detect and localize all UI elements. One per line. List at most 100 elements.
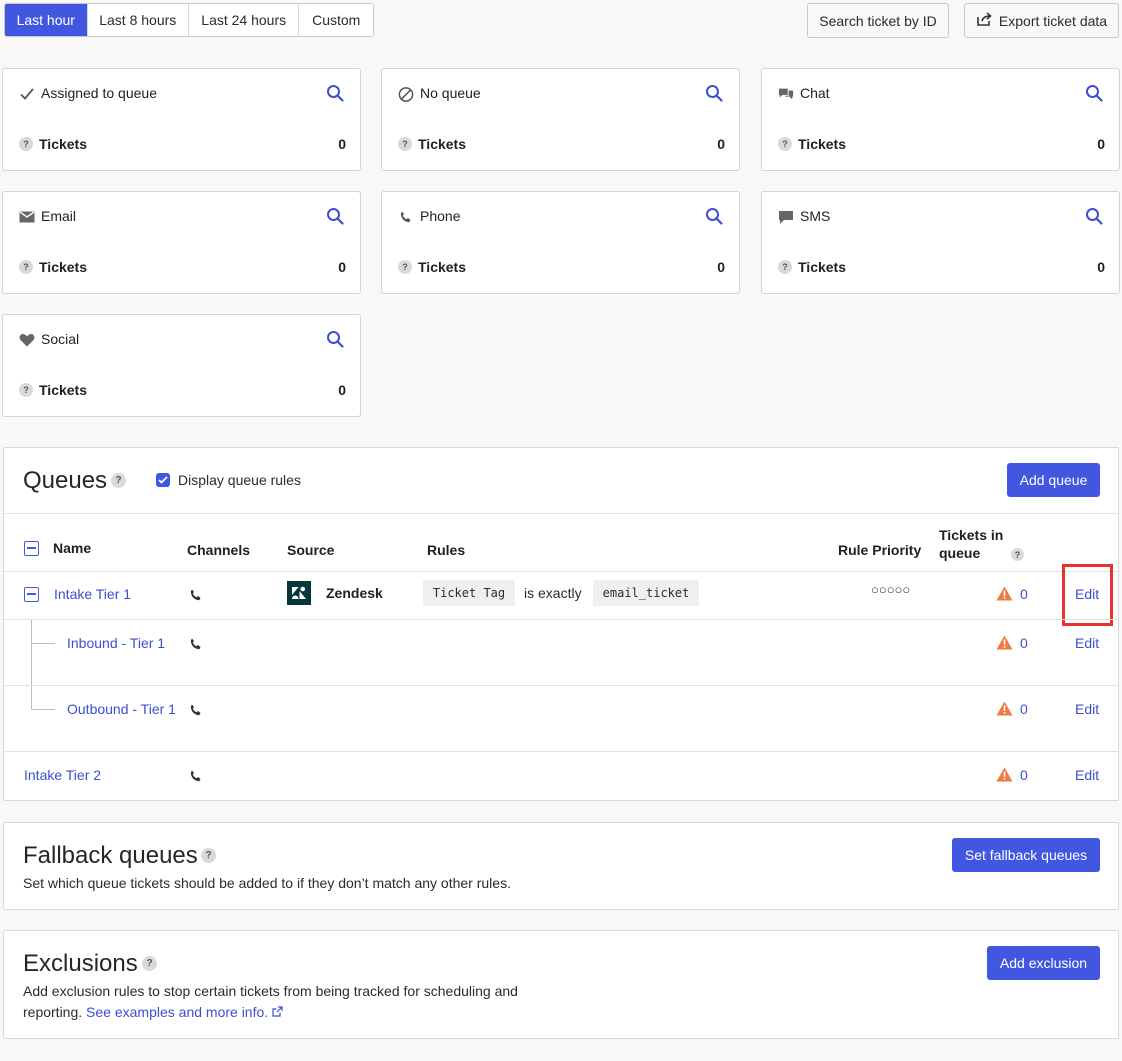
card-label: Tickets [798,136,846,152]
search-ticket-button[interactable]: Search ticket by ID [807,3,949,38]
external-link-icon[interactable] [272,1004,283,1020]
help-icon[interactable]: ? [142,956,157,971]
card-value: 0 [338,259,346,275]
warning-icon [996,767,1013,782]
add-queue-button[interactable]: Add queue [1007,463,1100,497]
card-title: No queue [420,85,481,101]
help-icon[interactable]: ? [111,473,126,488]
card-label: Tickets [39,136,87,152]
add-exclusion-button[interactable]: Add exclusion [987,946,1100,980]
phone-icon [398,208,414,226]
tab-last-hour[interactable]: Last hour [5,4,88,36]
ticket-count[interactable]: 0 [1020,701,1028,717]
queue-name-link[interactable]: Intake Tier 2 [24,765,101,786]
warning-icon [996,701,1013,716]
edit-queue-link[interactable]: Edit [1075,767,1099,783]
card-title: Social [41,331,80,347]
rule-operator: is exactly [524,585,582,601]
search-ticket-label: Search ticket by ID [819,12,937,29]
card-title: Assigned to queue [41,85,157,101]
help-icon[interactable]: ? [201,848,216,863]
search-icon[interactable] [705,84,723,102]
exclusions-panel: Exclusions ? Add exclusion rules to stop… [3,930,1119,1039]
search-icon[interactable] [1085,84,1103,102]
divider [4,513,1118,514]
search-icon[interactable] [705,207,723,225]
fallback-description: Set which queue tickets should be added … [23,875,511,891]
rule-field-tag: Ticket Tag [423,580,515,606]
rule-value-tag: email_ticket [593,580,699,606]
display-rules-label[interactable]: Display queue rules [178,472,301,488]
queue-name-link[interactable]: Intake Tier 1 [54,584,131,605]
card-label: Tickets [418,136,466,152]
queue-name-link[interactable]: Outbound - Tier 1 [67,699,177,720]
source-name: Zendesk [326,585,383,601]
tab-custom[interactable]: Custom [299,4,373,36]
card-title: Phone [420,208,461,224]
queues-title: Queues [23,467,108,494]
card-chat: Chat ? Tickets 0 [761,68,1120,171]
help-icon[interactable]: ? [1011,548,1024,561]
help-icon[interactable]: ? [19,137,33,151]
card-title: Chat [800,85,830,101]
search-icon[interactable] [326,207,344,225]
card-label: Tickets [39,259,87,275]
card-phone: Phone ? Tickets 0 [381,191,740,294]
card-assigned-to-queue: Assigned to queue ? Tickets 0 [2,68,361,171]
examples-link[interactable]: See examples and more info. [86,1004,268,1020]
tab-last-24-hours[interactable]: Last 24 hours [189,4,300,36]
phone-icon [189,588,203,602]
column-header-tickets-in-queue: Tickets in queue [939,527,1004,561]
phone-icon [189,769,203,783]
envelope-icon [19,208,35,226]
search-icon[interactable] [326,330,344,348]
tab-last-8-hours[interactable]: Last 8 hours [87,4,189,36]
export-ticket-button[interactable]: Export ticket data [964,3,1119,38]
queues-panel: Queues ? Display queue rules Add queue N… [3,447,1119,801]
export-ticket-label: Export ticket data [998,12,1108,29]
fallback-queues-panel: Fallback queues ? Set which queue ticket… [3,822,1119,910]
divider [4,619,1118,620]
card-value: 0 [1097,259,1105,275]
column-header-rules: Rules [427,542,466,558]
help-icon[interactable]: ? [19,383,33,397]
fallback-title: Fallback queues [23,842,198,869]
set-fallback-queues-button[interactable]: Set fallback queues [952,838,1100,872]
card-title: SMS [800,208,831,224]
warning-icon [996,586,1013,601]
help-icon[interactable]: ? [398,260,412,274]
display-rules-checkbox[interactable] [156,473,170,487]
chat-icon [778,85,794,103]
card-sms: SMS ? Tickets 0 [761,191,1120,294]
card-title: Email [41,208,77,224]
collapse-all-toggle[interactable] [24,541,39,556]
search-icon[interactable] [326,84,344,102]
help-icon[interactable]: ? [19,260,33,274]
exclusions-title: Exclusions [23,950,138,977]
ticket-count[interactable]: 0 [1020,635,1028,651]
collapse-row-toggle[interactable] [24,587,39,602]
column-header-channels: Channels [187,542,251,558]
ticket-count[interactable]: 0 [1020,767,1028,783]
ticket-count[interactable]: 0 [1020,586,1028,602]
rule-priority-indicator: ○○○○○ [871,582,911,597]
column-header-name: Name [53,540,92,556]
edit-queue-link[interactable]: Edit [1075,635,1099,651]
card-value: 0 [338,136,346,152]
card-value: 0 [338,382,346,398]
divider [4,571,1118,572]
no-entry-icon [398,85,414,103]
card-value: 0 [717,136,725,152]
column-header-rule-priority: Rule Priority [838,542,922,558]
divider [4,685,1118,686]
phone-icon [189,637,203,651]
help-icon[interactable]: ? [778,260,792,274]
highlight-box [1062,564,1113,626]
column-header-source: Source [287,542,335,558]
queue-name-link[interactable]: Inbound - Tier 1 [67,633,177,654]
search-icon[interactable] [1085,207,1103,225]
edit-queue-link[interactable]: Edit [1075,701,1099,717]
help-icon[interactable]: ? [778,137,792,151]
divider [4,751,1118,752]
help-icon[interactable]: ? [398,137,412,151]
